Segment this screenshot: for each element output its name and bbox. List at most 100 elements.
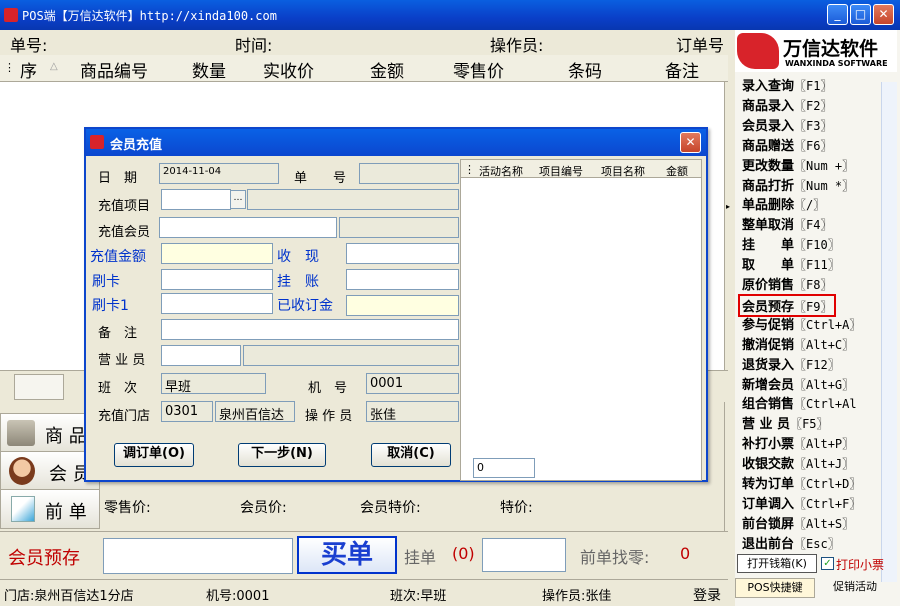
card1-label: 刷卡1 <box>92 298 129 314</box>
grid-handle-icon: ⋮ <box>464 163 475 176</box>
menu-item[interactable]: 取 单〖F11〗 <box>742 254 840 273</box>
salesperson-input[interactable] <box>161 345 241 366</box>
menu-item-key: 〖Alt+P〗 <box>794 437 855 452</box>
member-label: 充值会员 <box>98 225 151 240</box>
column-header[interactable]: 序 <box>20 57 37 82</box>
menu-item[interactable]: 组合销售〖Ctrl+Al <box>742 393 857 412</box>
column-header[interactable]: 商品编号 <box>80 57 148 82</box>
recharge-item-input[interactable] <box>161 189 231 210</box>
column-header[interactable]: 金额 <box>370 57 404 82</box>
tab-promotions[interactable]: 促销活动 <box>815 578 895 598</box>
browse-item-button[interactable]: … <box>230 190 246 209</box>
menu-item[interactable]: 商品赠送〖F6〗 <box>742 135 832 154</box>
menu-scrollbar[interactable] <box>881 82 897 582</box>
menu-item[interactable]: 营 业 员〖F5〗 <box>742 413 829 432</box>
menu-item[interactable]: 商品打折〖Num *〗 <box>742 175 854 194</box>
shortcut-panel: 万信达软件 WANXINDA SOFTWARE 录入查询〖F1〗 商品录入〖F2〗… <box>735 30 900 606</box>
menu-item-key: 〖F10〗 <box>794 238 840 253</box>
date-field[interactable]: 2014-11-04 <box>159 163 279 184</box>
card1-input[interactable] <box>161 293 273 314</box>
load-order-button[interactable]: 调订单(O) <box>114 443 194 467</box>
sort-arrow-icon: △ <box>50 61 58 72</box>
status-bar: 门店:泉州百信达1分店 机号:0001 班次:早班 操作员:张佳 登录 <box>0 579 728 606</box>
member-avatar-icon <box>9 457 35 485</box>
menu-item-label: 撤消促销 <box>742 337 795 353</box>
menu-item[interactable]: 参与促销〖Ctrl+A〗 <box>742 314 861 333</box>
received-deposit-field[interactable] <box>346 295 459 316</box>
menu-item[interactable]: 单品删除〖/〗 <box>742 194 825 213</box>
goods-icon <box>7 420 35 446</box>
menu-item[interactable]: 原价销售〖F8〗 <box>742 274 832 293</box>
menu-item[interactable]: 录入查询〖F1〗 <box>742 75 832 94</box>
menu-item[interactable]: 补打小票〖Alt+P〗 <box>742 433 854 452</box>
menu-item[interactable]: 新增会员〖Alt+G〗 <box>742 374 854 393</box>
column-header[interactable]: 数量 <box>192 57 226 82</box>
menu-item-label: 商品录入 <box>742 98 795 114</box>
menu-item[interactable]: 撤消促销〖Alt+C〗 <box>742 334 854 353</box>
close-button[interactable]: ✕ <box>873 4 894 25</box>
hang-label: 挂单 <box>404 548 437 567</box>
barcode-input[interactable] <box>103 538 293 574</box>
machine-field: 0001 <box>366 373 459 394</box>
menu-item-label: 参与促销 <box>742 317 795 333</box>
promo-grid[interactable]: ⋮ 活动名称 项目编号 项目名称 金额 0 <box>460 159 702 481</box>
card-input[interactable] <box>161 269 273 290</box>
menu-item-label: 录入查询 <box>742 79 795 94</box>
menu-item[interactable]: 退出前台〖Esc〗 <box>742 533 840 552</box>
menu-item-key: 〖F4〗 <box>794 218 833 233</box>
doc-no-field[interactable] <box>359 163 459 184</box>
menu-item[interactable]: 挂 单〖F10〗 <box>742 234 840 253</box>
amount-input[interactable] <box>161 243 273 264</box>
menu-item-label: 组合销售 <box>742 397 795 413</box>
status-login[interactable]: 登录 <box>693 585 721 605</box>
tab-goods-label: 商 品 <box>45 426 87 447</box>
dialog-close-button[interactable]: ✕ <box>680 132 701 153</box>
menu-item[interactable]: 会员录入〖F3〗 <box>742 115 832 134</box>
credit-label: 挂 账 <box>277 274 319 290</box>
menu-item[interactable]: 商品录入〖F2〗 <box>742 95 832 114</box>
menu-item[interactable]: 前台锁屏〖Alt+S〗 <box>742 513 854 532</box>
menu-item[interactable]: 退货录入〖F12〗 <box>742 354 840 373</box>
menu-item[interactable]: 订单调入〖Ctrl+F〗 <box>742 493 861 512</box>
column-header[interactable]: 实收价 <box>263 57 314 82</box>
special-price-label: 特价: <box>500 500 533 516</box>
menu-item[interactable]: 更改数量〖Num +〗 <box>742 155 854 174</box>
column-header[interactable]: 活动名称 <box>479 163 523 179</box>
logo-sub: WANXINDA SOFTWARE <box>785 59 888 68</box>
menu-item[interactable]: 收银交款〖Alt+J〗 <box>742 453 854 472</box>
column-header[interactable]: 条码 <box>568 57 602 82</box>
next-step-button[interactable]: 下一步(N) <box>238 443 326 467</box>
cash-input[interactable] <box>346 243 459 264</box>
column-header[interactable]: 金额 <box>666 163 688 179</box>
credit-input[interactable] <box>346 269 459 290</box>
column-header[interactable]: 零售价 <box>453 57 504 82</box>
open-drawer-button[interactable]: 打开钱箱(K) <box>737 554 817 573</box>
column-header[interactable]: 项目名称 <box>601 163 645 179</box>
member-input[interactable] <box>159 217 337 238</box>
buy-button[interactable]: 买单 <box>297 536 397 574</box>
salesperson-label: 营 业 员 <box>98 353 146 368</box>
menu-item[interactable]: 转为订单〖Ctrl+D〗 <box>742 473 861 492</box>
dialog-title: 会员充值 <box>110 138 163 153</box>
menu-item-key: 〖Alt+J〗 <box>794 457 855 472</box>
minimize-button[interactable]: _ <box>827 4 848 25</box>
remark-input[interactable] <box>161 319 459 340</box>
hang-box[interactable] <box>482 538 566 572</box>
menu-item-key: 〖Esc〗 <box>794 536 840 551</box>
maximize-button[interactable]: □ <box>850 4 871 25</box>
menu-item-key: 〖F9〗 <box>794 299 833 314</box>
column-header[interactable]: 备注 <box>665 57 699 82</box>
tab-pos-shortcuts[interactable]: POS快捷键 <box>735 578 815 598</box>
print-receipt-checkbox[interactable]: ✓ <box>821 557 834 570</box>
menu-item-label: 会员录入 <box>742 118 795 134</box>
menu-item[interactable]: 整单取消〖F4〗 <box>742 214 832 233</box>
shift-field: 早班 <box>161 373 266 394</box>
menu-item-key: 〖/〗 <box>794 198 826 213</box>
column-header[interactable]: 项目编号 <box>539 163 583 179</box>
window-title-bar: POS端【万信达软件】http://xinda100.com _ □ ✕ <box>0 0 900 30</box>
mode-label: 会员预存 <box>8 548 80 569</box>
menu-item-label: 前台锁屏 <box>742 516 795 532</box>
tab-prev[interactable]: 前 单 <box>0 489 100 529</box>
cancel-button[interactable]: 取消(C) <box>371 443 451 467</box>
splitter[interactable]: ▸ <box>724 82 732 579</box>
